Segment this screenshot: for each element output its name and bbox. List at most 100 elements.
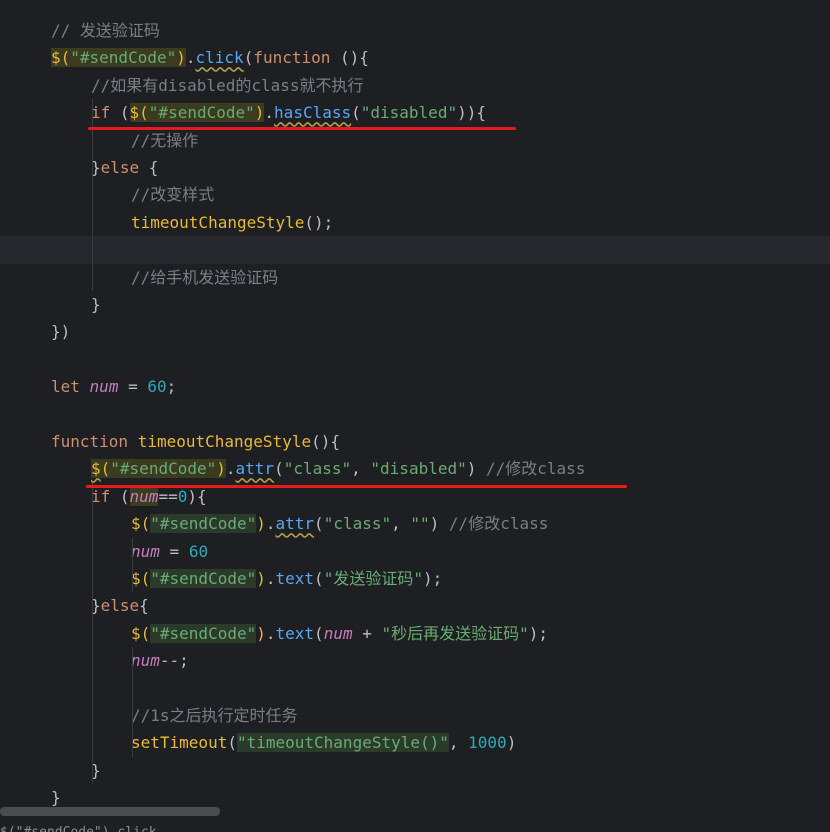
code-token: 60 — [188, 541, 209, 561]
code-line[interactable] — [0, 675, 830, 702]
code-token: . — [264, 103, 275, 123]
code-token: //1s之后执行定时任务 — [131, 706, 298, 725]
code-line[interactable]: function timeoutChangeStyle(){ — [0, 428, 830, 455]
code-token: "秒后再发送验证码" — [381, 623, 529, 643]
code-token: //无操作 — [131, 130, 199, 150]
code-line[interactable]: timeoutChangeStyle(); — [0, 209, 830, 236]
code-token: "disabled" — [370, 459, 467, 479]
code-line-content: timeoutChangeStyle(); — [131, 209, 333, 236]
code-line[interactable]: //给手机发送验证码 — [0, 264, 830, 291]
code-token: "#sendCode" — [110, 459, 217, 479]
code-line[interactable]: $("#sendCode").attr("class", "") //修改cla… — [0, 510, 830, 537]
code-token: let — [51, 377, 80, 397]
code-token: ( — [314, 623, 324, 643]
code-token: { — [139, 596, 149, 616]
code-line-content: }) — [51, 318, 70, 345]
code-line-content: //改变样式 — [131, 181, 214, 208]
code-token: //给手机发送验证码 — [131, 267, 279, 287]
code-line[interactable]: $("#sendCode").text("发送验证码"); — [0, 565, 830, 592]
code-token: . — [265, 623, 276, 643]
code-token: (){ — [330, 48, 369, 68]
code-token: ( — [110, 486, 130, 506]
code-line-content: function timeoutChangeStyle(){ — [51, 428, 340, 455]
code-line[interactable]: num = 60 — [0, 538, 830, 565]
code-line[interactable]: $("#sendCode").text(num + "秒后再发送验证码"); — [0, 620, 830, 647]
code-token: $( — [131, 569, 151, 588]
code-token: function — [253, 48, 331, 68]
code-token: ) — [176, 48, 186, 68]
code-token: ); — [528, 623, 549, 643]
code-line[interactable]: //无操作 — [0, 127, 830, 154]
code-line-content: //如果有disabled的class就不执行 — [91, 72, 364, 99]
code-token: timeoutChangeStyle — [131, 212, 305, 232]
horizontal-scrollbar[interactable] — [0, 807, 220, 816]
code-token: // 发送验证码 — [51, 21, 160, 40]
code-line[interactable]: $("#sendCode").click(function (){ — [0, 44, 830, 71]
code-token: ( — [100, 459, 111, 479]
code-token: text — [275, 623, 315, 643]
code-line[interactable]: } — [0, 757, 830, 784]
code-line-content: // 发送验证码 — [51, 17, 160, 44]
code-token: attr — [235, 459, 275, 479]
code-token: }) — [51, 322, 71, 342]
code-token: . — [185, 48, 196, 68]
code-token: ) — [254, 103, 265, 123]
code-token: ) — [256, 569, 266, 588]
code-token: ){ — [187, 486, 207, 506]
code-token: if — [91, 486, 111, 506]
code-token: ( — [274, 459, 284, 479]
code-token: click — [195, 48, 244, 68]
code-line[interactable] — [0, 401, 830, 428]
code-token: timeoutChangeStyle — [137, 432, 312, 451]
code-line[interactable]: } — [0, 291, 830, 318]
code-token: ; — [166, 377, 177, 397]
code-line[interactable]: }else{ — [0, 592, 830, 619]
code-line[interactable]: // 发送验证码 — [0, 17, 830, 44]
code-token: else — [100, 596, 140, 616]
code-line[interactable]: $("#sendCode").attr("class", "disabled")… — [0, 455, 830, 482]
code-token: "timeoutChangeStyle()" — [236, 733, 449, 753]
code-line-content: num--; — [131, 647, 189, 674]
code-token: $( — [129, 103, 149, 123]
code-token: $( — [131, 623, 151, 643]
code-token: num — [131, 651, 160, 671]
code-line[interactable]: num--; — [0, 647, 830, 674]
code-line[interactable] — [0, 346, 830, 373]
code-line[interactable]: let num = 60; — [0, 373, 830, 400]
code-editor[interactable]: // 发送验证码 $("#sendCode").click(function ()… — [0, 0, 830, 832]
code-line[interactable]: setTimeout("timeoutChangeStyle()", 1000) — [0, 729, 830, 756]
code-line-content: } — [91, 291, 101, 318]
code-line[interactable]: }) — [0, 318, 830, 345]
code-line[interactable]: //如果有disabled的class就不执行 — [0, 72, 830, 99]
code-token: ) — [466, 459, 486, 479]
code-token: if — [91, 103, 111, 123]
code-token: ( — [110, 103, 130, 123]
code-line[interactable]: //1s之后执行定时任务 — [0, 702, 830, 729]
code-line-content: //1s之后执行定时任务 — [131, 702, 298, 729]
red-underline-annotation-2 — [86, 485, 627, 488]
code-token: "#sendCode" — [148, 103, 255, 123]
code-line[interactable]: }else { — [0, 154, 830, 181]
code-line[interactable]: if ($("#sendCode").hasClass("disabled"))… — [0, 99, 830, 126]
code-token: + — [352, 623, 382, 643]
code-line-content: $("#sendCode").attr("class", "") //修改cla… — [131, 510, 548, 537]
code-line-content: $("#sendCode").attr("class", "disabled")… — [91, 455, 585, 482]
code-token: ) — [256, 623, 266, 643]
code-token: "#sendCode" — [150, 569, 257, 588]
code-token: "disabled" — [360, 103, 458, 123]
code-token: = — [159, 541, 189, 561]
code-token: "发送验证码" — [323, 569, 423, 588]
code-token: } — [91, 295, 101, 314]
code-token: == — [158, 486, 178, 506]
code-token: ( — [314, 514, 324, 534]
code-line-content: setTimeout("timeoutChangeStyle()", 1000) — [131, 729, 516, 756]
code-line[interactable]: //改变样式 — [0, 181, 830, 208]
code-token: ) — [429, 514, 449, 534]
code-token: = — [118, 377, 148, 397]
code-token: ( — [227, 733, 237, 753]
code-token: $( — [131, 514, 151, 534]
code-token: "" — [410, 514, 430, 534]
code-line[interactable] — [0, 236, 830, 264]
